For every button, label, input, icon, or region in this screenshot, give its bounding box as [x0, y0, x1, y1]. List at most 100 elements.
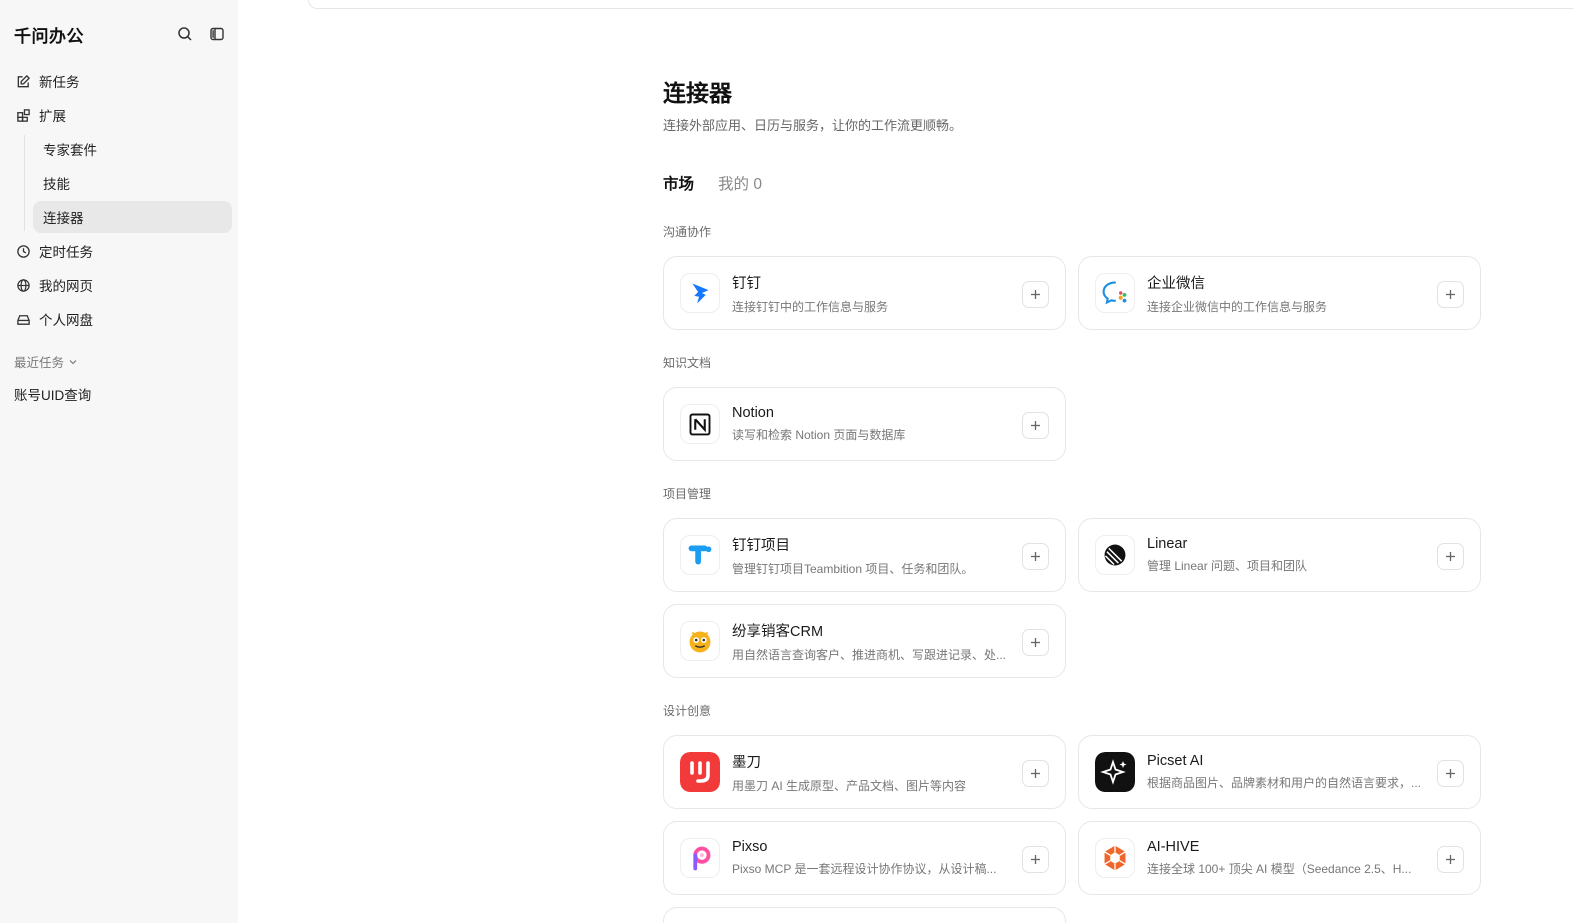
globe-icon	[14, 276, 32, 294]
add-connector-button[interactable]	[1022, 629, 1049, 656]
connector-name: 墨刀	[732, 754, 761, 771]
modao-icon	[680, 752, 720, 792]
connector-card-dingtalk[interactable]: 钉钉 连接钉钉中的工作信息与服务	[663, 256, 1066, 330]
add-connector-button[interactable]	[1437, 281, 1464, 308]
connector-card-ai-hive[interactable]: AI-HIVE 连接全球 100+ 顶尖 AI 模型（Seedance 2.5、…	[1078, 821, 1481, 895]
page-title: 连接器	[663, 80, 732, 106]
plus-icon	[1446, 290, 1455, 299]
plus-icon	[1031, 421, 1040, 430]
connector-name: 钉钉项目	[732, 537, 790, 554]
connector-card-linear[interactable]: Linear 管理 Linear 问题、项目和团队	[1078, 518, 1481, 592]
connector-card-picset-ai[interactable]: Picset AI 根据商品图片、品牌素材和用户的自然语言要求，...	[1078, 735, 1481, 809]
app-window: 千问办公 新任务 扩展 专家套件 技能 连接器 定时任务 我的网页 个人网盘 最…	[0, 0, 1573, 923]
sidebar-item-skills[interactable]: 技能	[33, 167, 232, 199]
sidebar-item-label: 扩展	[39, 109, 66, 124]
connector-grid-comm: 钉钉 连接钉钉中的工作信息与服务 企业微信 连接企业微信中的工作信息与服务	[663, 256, 1483, 330]
connector-card-wecom[interactable]: 企业微信 连接企业微信中的工作信息与服务	[1078, 256, 1481, 330]
connector-name: Picset AI	[1147, 753, 1204, 769]
connector-name: Linear	[1147, 536, 1188, 552]
connector-card-pixso[interactable]: Pixso Pixso MCP 是一套远程设计协作协议，从设计稿...	[663, 821, 1066, 895]
sidebar-nav: 新任务 扩展 专家套件 技能 连接器 定时任务 我的网页 个人网盘	[8, 65, 234, 337]
plus-icon	[1031, 552, 1040, 561]
main-content: 连接器 连接外部应用、日历与服务，让你的工作流更顺畅。 市场 我的 0 沟通协作…	[238, 0, 1573, 923]
connector-grid-design: 墨刀 用墨刀 AI 生成原型、产品文档、图片等内容 Picset AI 根据商品…	[663, 735, 1483, 895]
connector-name: Pixso	[732, 839, 768, 855]
plus-icon	[1031, 769, 1040, 778]
plus-icon	[1031, 290, 1040, 299]
add-connector-button[interactable]	[1437, 760, 1464, 787]
connector-desc: 读写和检索 Notion 页面与数据库	[732, 428, 906, 442]
sidebar-item-label: 新任务	[39, 75, 80, 90]
brand-title: 千问办公	[14, 26, 84, 46]
plus-icon	[1446, 552, 1455, 561]
connector-desc: 连接全球 100+ 顶尖 AI 模型（Seedance 2.5、H...	[1147, 862, 1412, 876]
add-connector-button[interactable]	[1437, 846, 1464, 873]
connector-card-modao[interactable]: 墨刀 用墨刀 AI 生成原型、产品文档、图片等内容	[663, 735, 1066, 809]
sidebar-item-expert-kit[interactable]: 专家套件	[33, 133, 232, 165]
teambition-icon	[680, 535, 720, 575]
clock-icon	[14, 242, 32, 260]
add-connector-button[interactable]	[1022, 846, 1049, 873]
tab-bar: 市场 我的 0	[663, 172, 1483, 194]
connector-name: 企业微信	[1147, 275, 1205, 292]
chevron-down-icon	[69, 359, 77, 364]
drive-icon	[14, 310, 32, 328]
recent-tasks-label: 最近任务	[14, 356, 65, 370]
brand-row: 千问办公	[14, 22, 226, 46]
sidebar: 千问办公 新任务 扩展 专家套件 技能 连接器 定时任务 我的网页 个人网盘 最…	[0, 0, 238, 923]
sidebar-item-label: 定时任务	[39, 245, 93, 260]
recent-tasks-header[interactable]: 最近任务	[14, 352, 78, 371]
section-title-design: 设计创意	[663, 704, 712, 718]
section-title-comm: 沟通协作	[663, 225, 712, 239]
sidebar-item-connectors[interactable]: 连接器	[33, 201, 232, 233]
connector-card-notion[interactable]: Notion 读写和检索 Notion 页面与数据库	[663, 387, 1066, 461]
linear-icon	[1095, 535, 1135, 575]
tab-market[interactable]: 市场	[663, 172, 694, 194]
edit-icon	[14, 72, 32, 90]
pixso-icon	[680, 838, 720, 878]
add-connector-button[interactable]	[1022, 412, 1049, 439]
picset-sparkle-icon	[1095, 752, 1135, 792]
sidebar-item-new-task[interactable]: 新任务	[8, 65, 234, 97]
connector-card-partial[interactable]	[663, 907, 1066, 923]
connector-name: Notion	[732, 405, 774, 421]
connector-grid-knowledge: Notion 读写和检索 Notion 页面与数据库	[663, 387, 1483, 461]
search-icon[interactable]	[176, 25, 194, 43]
sidebar-item-scheduled[interactable]: 定时任务	[8, 235, 234, 267]
sidebar-item-my-pages[interactable]: 我的网页	[8, 269, 234, 301]
extension-icon	[14, 106, 32, 124]
sidebar-item-extend[interactable]: 扩展	[8, 99, 234, 131]
wecom-icon	[1095, 273, 1135, 313]
fxiaoke-icon	[680, 621, 720, 661]
tab-mine[interactable]: 我的 0	[718, 172, 762, 194]
recent-task-item[interactable]: 账号UID查询	[14, 384, 91, 404]
connector-desc: 用墨刀 AI 生成原型、产品文档、图片等内容	[732, 778, 967, 793]
add-connector-button[interactable]	[1022, 543, 1049, 570]
top-divider	[308, 0, 1573, 9]
connector-card-dingtalk-project[interactable]: 钉钉项目 管理钉钉项目Teambition 项目、任务和团队。	[663, 518, 1066, 592]
plus-icon	[1446, 855, 1455, 864]
connector-desc: 根据商品图片、品牌素材和用户的自然语言要求，...	[1147, 776, 1422, 790]
section-title-knowledge: 知识文档	[663, 356, 712, 370]
sidebar-toggle-icon[interactable]	[208, 25, 226, 43]
connector-name: 纷享销客CRM	[732, 623, 824, 640]
connectors-page: 连接器 连接外部应用、日历与服务，让你的工作流更顺畅。 市场 我的 0 沟通协作…	[663, 72, 1483, 923]
section-title-project: 项目管理	[663, 487, 712, 501]
sidebar-item-label: 个人网盘	[39, 313, 93, 328]
connector-desc: Pixso MCP 是一套远程设计协作协议，从设计稿...	[732, 862, 997, 876]
add-connector-button[interactable]	[1437, 543, 1464, 570]
connector-desc: 连接企业微信中的工作信息与服务	[1147, 299, 1328, 314]
add-connector-button[interactable]	[1022, 760, 1049, 787]
brand-actions	[176, 25, 226, 43]
connector-desc: 连接钉钉中的工作信息与服务	[732, 299, 889, 314]
extend-sub-list: 专家套件 技能 连接器	[24, 133, 234, 233]
page-description: 连接外部应用、日历与服务，让你的工作流更顺畅。	[663, 118, 963, 133]
connector-desc: 管理钉钉项目Teambition 项目、任务和团队。	[732, 561, 974, 576]
connector-card-fxiaoke-crm[interactable]: 纷享销客CRM 用自然语言查询客户、推进商机、写跟进记录、处...	[663, 604, 1066, 678]
connector-desc: 用自然语言查询客户、推进商机、写跟进记录、处...	[732, 647, 1007, 662]
ai-hive-icon	[1095, 838, 1135, 878]
sidebar-item-drive[interactable]: 个人网盘	[8, 303, 234, 335]
notion-icon	[680, 404, 720, 444]
add-connector-button[interactable]	[1022, 281, 1049, 308]
connector-desc: 管理 Linear 问题、项目和团队	[1147, 559, 1308, 573]
